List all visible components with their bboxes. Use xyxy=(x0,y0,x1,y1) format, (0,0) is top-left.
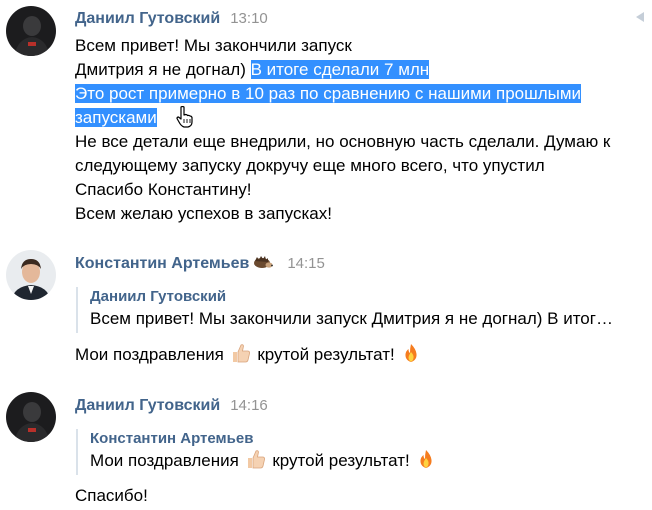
author-name[interactable]: Даниил Гутовский xyxy=(75,397,220,414)
text-fragment: крутой результат! xyxy=(257,345,395,364)
text-fragment: Мои поздравления xyxy=(75,345,224,364)
fire-icon xyxy=(401,343,421,370)
text-line: Всем желаю успехов в запусках! xyxy=(75,204,332,223)
quote-text: Всем привет! Мы закончили запуск Дмитрия… xyxy=(90,309,613,328)
quote-author: Константин Артемьев xyxy=(90,430,254,447)
selected-text: Это рост примерно в 10 раз по сравнению … xyxy=(75,84,582,103)
fire-icon xyxy=(416,449,436,476)
message-text: Спасибо! xyxy=(75,484,148,508)
thumbs-up-icon xyxy=(246,449,266,476)
text-line: Это рост примерно в 10 раз по сравнению … xyxy=(75,82,610,106)
text-fragment: Мои поздравления xyxy=(90,451,239,470)
avatar-konstantin[interactable] xyxy=(6,250,56,300)
author-name[interactable]: Константин Артемьев xyxy=(75,255,249,272)
hand-pointer-cursor-icon xyxy=(176,106,193,128)
avatar-daniil[interactable] xyxy=(6,6,56,56)
thumbs-up-icon xyxy=(231,343,251,370)
text-line: следующему запуску докручу еще много все… xyxy=(75,156,545,175)
author-name[interactable]: Даниил Гутовский xyxy=(75,10,220,27)
reply-quote[interactable]: Даниил Гутовский Всем привет! Мы закончи… xyxy=(76,287,613,333)
message-time[interactable]: 14:16 xyxy=(230,397,268,414)
quote-text: Мои поздравления крутой результат! xyxy=(90,449,438,476)
text-line: Спасибо Константину! xyxy=(75,180,252,199)
text-line: Не все детали еще внедрили, но основную … xyxy=(75,132,611,151)
selected-text: В итоге сделали 7 млн xyxy=(250,60,430,79)
text-line: запусками xyxy=(75,106,610,130)
message-time[interactable]: 14:15 xyxy=(287,255,325,272)
text-fragment: крутой результат! xyxy=(272,451,410,470)
selected-text: запусками xyxy=(75,108,157,127)
avatar-daniil[interactable] xyxy=(6,392,56,442)
sent-check-icon xyxy=(636,12,644,22)
text-line: Всем привет! Мы закончили запуск xyxy=(75,36,352,55)
hedgehog-icon xyxy=(253,255,274,275)
text-fragment: Спасибо! xyxy=(75,486,148,505)
quote-author: Даниил Гутовский xyxy=(90,288,227,305)
text-fragment: Дмитрия я не догнал) xyxy=(75,60,251,79)
reply-quote[interactable]: Константин Артемьев Мои поздравления кру… xyxy=(76,429,438,475)
message-time[interactable]: 13:10 xyxy=(230,10,268,27)
text-line: Дмитрия я не догнал) В итоге сделали 7 м… xyxy=(75,58,610,82)
message-text: Мои поздравления крутой результат! xyxy=(75,343,423,370)
message-text: Всем привет! Мы закончили запуск Дмитрия… xyxy=(75,34,610,226)
